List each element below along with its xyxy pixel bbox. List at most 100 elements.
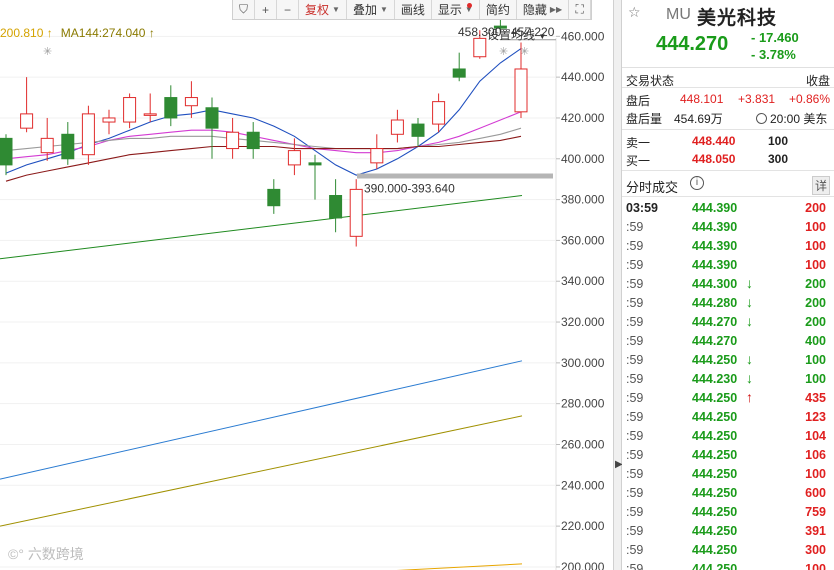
ma-line — [0, 360, 523, 480]
y-tick-label: 460.000 — [561, 29, 605, 43]
range-label: 390.000-393.640 — [364, 182, 455, 196]
trade-volume: 200 — [805, 315, 826, 329]
trade-row: :59 444.250 759 — [622, 503, 834, 522]
zoom-in-button[interactable]: + — [255, 0, 277, 19]
candle-body — [514, 68, 528, 113]
y-tick-label: 400.000 — [561, 152, 605, 166]
candle-body — [411, 123, 425, 137]
trade-time: :59 — [626, 467, 644, 481]
clock-icon — [756, 113, 767, 124]
trade-row: :59 444.250 600 — [622, 484, 834, 503]
candle-body — [267, 188, 281, 207]
time-and-sales-title: 分时成交 — [626, 180, 679, 195]
trade-time: 03:59 — [626, 201, 658, 215]
down-arrow-icon: ↓ — [746, 351, 753, 367]
trade-row: :59 444.270 400 — [622, 332, 834, 351]
display-menu[interactable]: 显示 ▼ — [432, 0, 480, 19]
simple-mode-button[interactable]: 简约 — [480, 0, 517, 19]
candle-body — [308, 162, 322, 166]
trade-time: :59 — [626, 315, 644, 329]
time-and-sales-header: 分时成交 i 详 — [622, 171, 834, 197]
trade-time: :59 — [626, 391, 644, 405]
fullscreen-icon[interactable]: ⛶ — [569, 0, 592, 19]
trade-row: :59 444.250 100 — [622, 560, 834, 570]
order-book: 卖一 448.440 100 买一 448.050 300 — [622, 129, 834, 171]
pane-splitter[interactable]: ▶ — [613, 0, 623, 570]
trade-volume: 200 — [805, 277, 826, 291]
kline-chart[interactable]: 460.000 440.000 420.000 400.000 380.000 360.0… — [0, 0, 613, 570]
trade-volume: 104 — [805, 429, 826, 443]
candle-body — [329, 195, 343, 219]
info-icon[interactable]: i — [690, 176, 704, 190]
marker-star-icon: ✳ — [499, 45, 508, 58]
y-tick-label: 280.000 — [561, 397, 605, 411]
candle-body — [452, 68, 466, 78]
after-hours-label: 盘后 — [626, 94, 651, 108]
trade-time: :59 — [626, 524, 644, 538]
trade-time: :59 — [626, 220, 644, 234]
y-tick-label: 300.000 — [561, 356, 605, 370]
trade-volume: 200 — [805, 201, 826, 215]
trade-time: :59 — [626, 505, 644, 519]
ask-label: 卖一 — [626, 136, 651, 150]
star-icon[interactable]: ☆ — [628, 4, 641, 21]
hide-button[interactable]: 隐藏 ▶▶ — [517, 0, 570, 19]
y-tick-label: 240.000 — [561, 478, 605, 492]
trade-row: :59 444.250 104 — [622, 427, 834, 446]
ma-settings-button[interactable]: 设置均线 ▼ — [487, 26, 546, 43]
ma-line — [0, 415, 523, 527]
trade-price: 444.250 — [692, 467, 738, 481]
chart-toolbar: ⛉ + − 复权 ▼ 叠加 ▼ 画线 显示 ▼ 简约 隐藏 ▶▶ ⛶ — [232, 0, 593, 20]
draw-line-button[interactable]: 画线 — [395, 0, 432, 19]
up-arrow-icon: ↑ — [746, 389, 753, 405]
ask-row: 卖一 448.440 100 — [622, 132, 834, 150]
trade-status-label: 交易状态 — [626, 74, 675, 88]
trade-time: :59 — [626, 429, 644, 443]
trade-time: :59 — [626, 334, 644, 348]
trade-status-value: 收盘 — [805, 74, 830, 88]
trade-volume: 759 — [805, 505, 826, 519]
fuquan-menu[interactable]: 复权 ▼ — [299, 0, 347, 19]
y-tick-label: 380.000 — [561, 193, 605, 207]
lock-icon[interactable]: ⛉ — [233, 0, 255, 19]
y-tick-label: 360.000 — [561, 233, 605, 247]
kline-chart-pane[interactable]: 460.000 440.000 420.000 400.000 380.000 360.0… — [0, 0, 613, 570]
company-name: 美光科技 — [697, 8, 778, 29]
trade-volume: 400 — [805, 334, 826, 348]
after-hours-price: 448.101 — [680, 92, 724, 106]
quote-header: ☆ MU 美光科技 444.270 - 17.460 - 3.78% — [622, 0, 834, 68]
trade-status-row: 交易状态 收盘 — [622, 68, 834, 88]
down-arrow-icon: ↓ — [746, 370, 753, 386]
detail-button[interactable]: 详 — [811, 176, 830, 195]
trade-volume: 100 — [805, 220, 826, 234]
candle-body — [473, 37, 487, 58]
bid-label: 买一 — [626, 154, 651, 168]
trade-price: 444.250 — [692, 505, 738, 519]
candle-body — [205, 107, 219, 129]
trade-row: :59 444.270 ↓ 200 — [622, 313, 834, 332]
down-arrow-icon: ↓ — [746, 275, 753, 291]
trade-time: :59 — [626, 258, 644, 272]
y-tick-label: 220.000 — [561, 519, 605, 533]
trade-row: :59 444.280 ↓ 200 — [622, 294, 834, 313]
y-tick-label: 200.000 — [561, 560, 605, 570]
trade-row: :59 444.250 300 — [622, 541, 834, 560]
trade-volume: 391 — [805, 524, 826, 538]
trade-row: :59 444.250 106 — [622, 446, 834, 465]
y-tick-label: 440.000 — [561, 70, 605, 84]
trade-row: 03:59 444.390 200 — [622, 199, 834, 218]
candle-body — [432, 101, 446, 125]
y-tick-label: 340.000 — [561, 274, 605, 288]
watermark-logo: ©° 六数跨境 — [8, 546, 84, 562]
chevron-down-icon: ▼ — [379, 5, 388, 14]
trade-price: 444.250 — [692, 524, 738, 538]
overlay-menu[interactable]: 叠加 ▼ — [347, 0, 395, 19]
after-hours-time: 20:00 美东 — [756, 110, 827, 127]
trade-price: 444.250 — [692, 429, 738, 443]
trade-row: :59 444.250 ↓ 100 — [622, 351, 834, 370]
zoom-out-button[interactable]: − — [277, 0, 299, 19]
price-change: - 17.460 — [751, 30, 799, 45]
trade-volume: 100 — [805, 239, 826, 253]
chevron-down-icon: ▼ — [538, 32, 547, 41]
trade-row: :59 444.300 ↓ 200 — [622, 275, 834, 294]
